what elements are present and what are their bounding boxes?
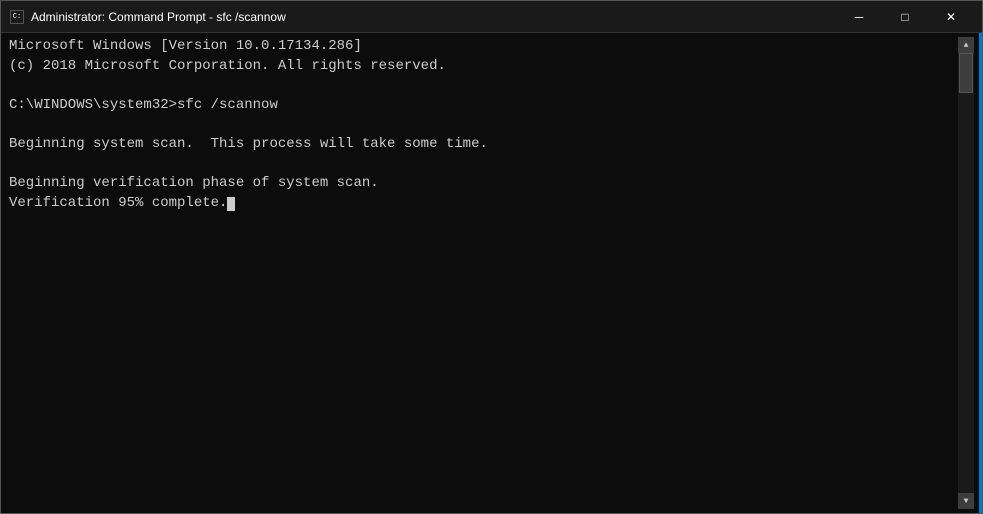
titlebar-left: Administrator: Command Prompt - sfc /sca… xyxy=(9,9,286,25)
scrollbar-track[interactable] xyxy=(958,53,974,493)
terminal-content[interactable]: Microsoft Windows [Version 10.0.17134.28… xyxy=(9,37,958,509)
close-button[interactable]: ✕ xyxy=(928,1,974,33)
terminal-body: Microsoft Windows [Version 10.0.17134.28… xyxy=(1,33,982,513)
cursor xyxy=(227,197,235,211)
window-accent-border xyxy=(979,33,982,513)
scrollbar-arrow-down[interactable]: ▼ xyxy=(958,493,974,509)
titlebar: Administrator: Command Prompt - sfc /sca… xyxy=(1,1,982,33)
cmd-window: Administrator: Command Prompt - sfc /sca… xyxy=(0,0,983,514)
scrollbar[interactable]: ▲ ▼ xyxy=(958,37,974,509)
scrollbar-thumb[interactable] xyxy=(959,53,973,93)
minimize-button[interactable]: ─ xyxy=(836,1,882,33)
cmd-icon-graphic xyxy=(10,10,24,24)
titlebar-controls: ─ □ ✕ xyxy=(836,1,974,33)
window-title: Administrator: Command Prompt - sfc /sca… xyxy=(31,10,286,24)
cmd-app-icon xyxy=(9,9,25,25)
terminal-output: Microsoft Windows [Version 10.0.17134.28… xyxy=(9,37,958,213)
scrollbar-arrow-up[interactable]: ▲ xyxy=(958,37,974,53)
maximize-button[interactable]: □ xyxy=(882,1,928,33)
